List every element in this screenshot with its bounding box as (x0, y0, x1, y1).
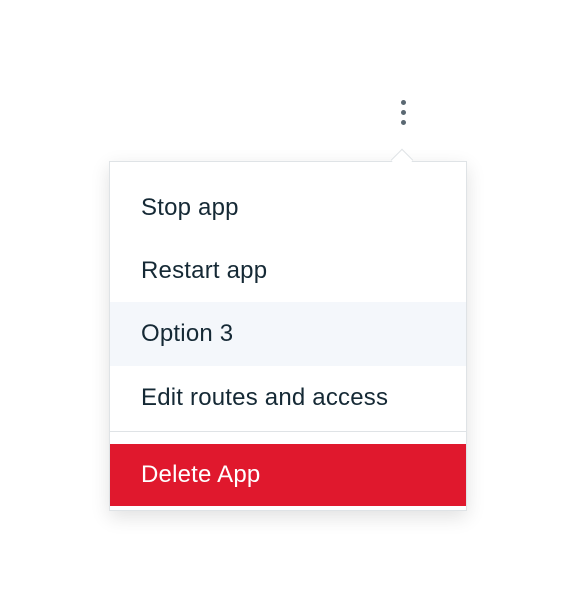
menu-item-delete-app[interactable]: Delete App (110, 444, 466, 506)
overflow-dot-icon (400, 109, 406, 115)
overflow-menu-trigger[interactable] (388, 92, 418, 132)
overflow-dot-icon (400, 119, 406, 125)
menu-item-label: Stop app (141, 194, 239, 221)
overflow-dot-icon (400, 99, 406, 105)
overflow-menu-options: Stop app Restart app Option 3 Edit route… (109, 161, 467, 511)
menu-item-label: Edit routes and access (141, 384, 389, 411)
menu-item-label: Delete App (141, 461, 261, 488)
menu-item-label: Restart app (141, 257, 268, 284)
menu-item-edit-routes[interactable]: Edit routes and access (110, 366, 466, 430)
overflow-menu-demo: Stop app Restart app Option 3 Edit route… (0, 0, 580, 600)
menu-item-label: Option 3 (141, 320, 234, 347)
menu-item-restart-app[interactable]: Restart app (110, 239, 466, 303)
menu-divider (110, 431, 466, 432)
menu-item-stop-app[interactable]: Stop app (110, 176, 466, 240)
menu-item-option-3[interactable]: Option 3 (110, 302, 466, 366)
